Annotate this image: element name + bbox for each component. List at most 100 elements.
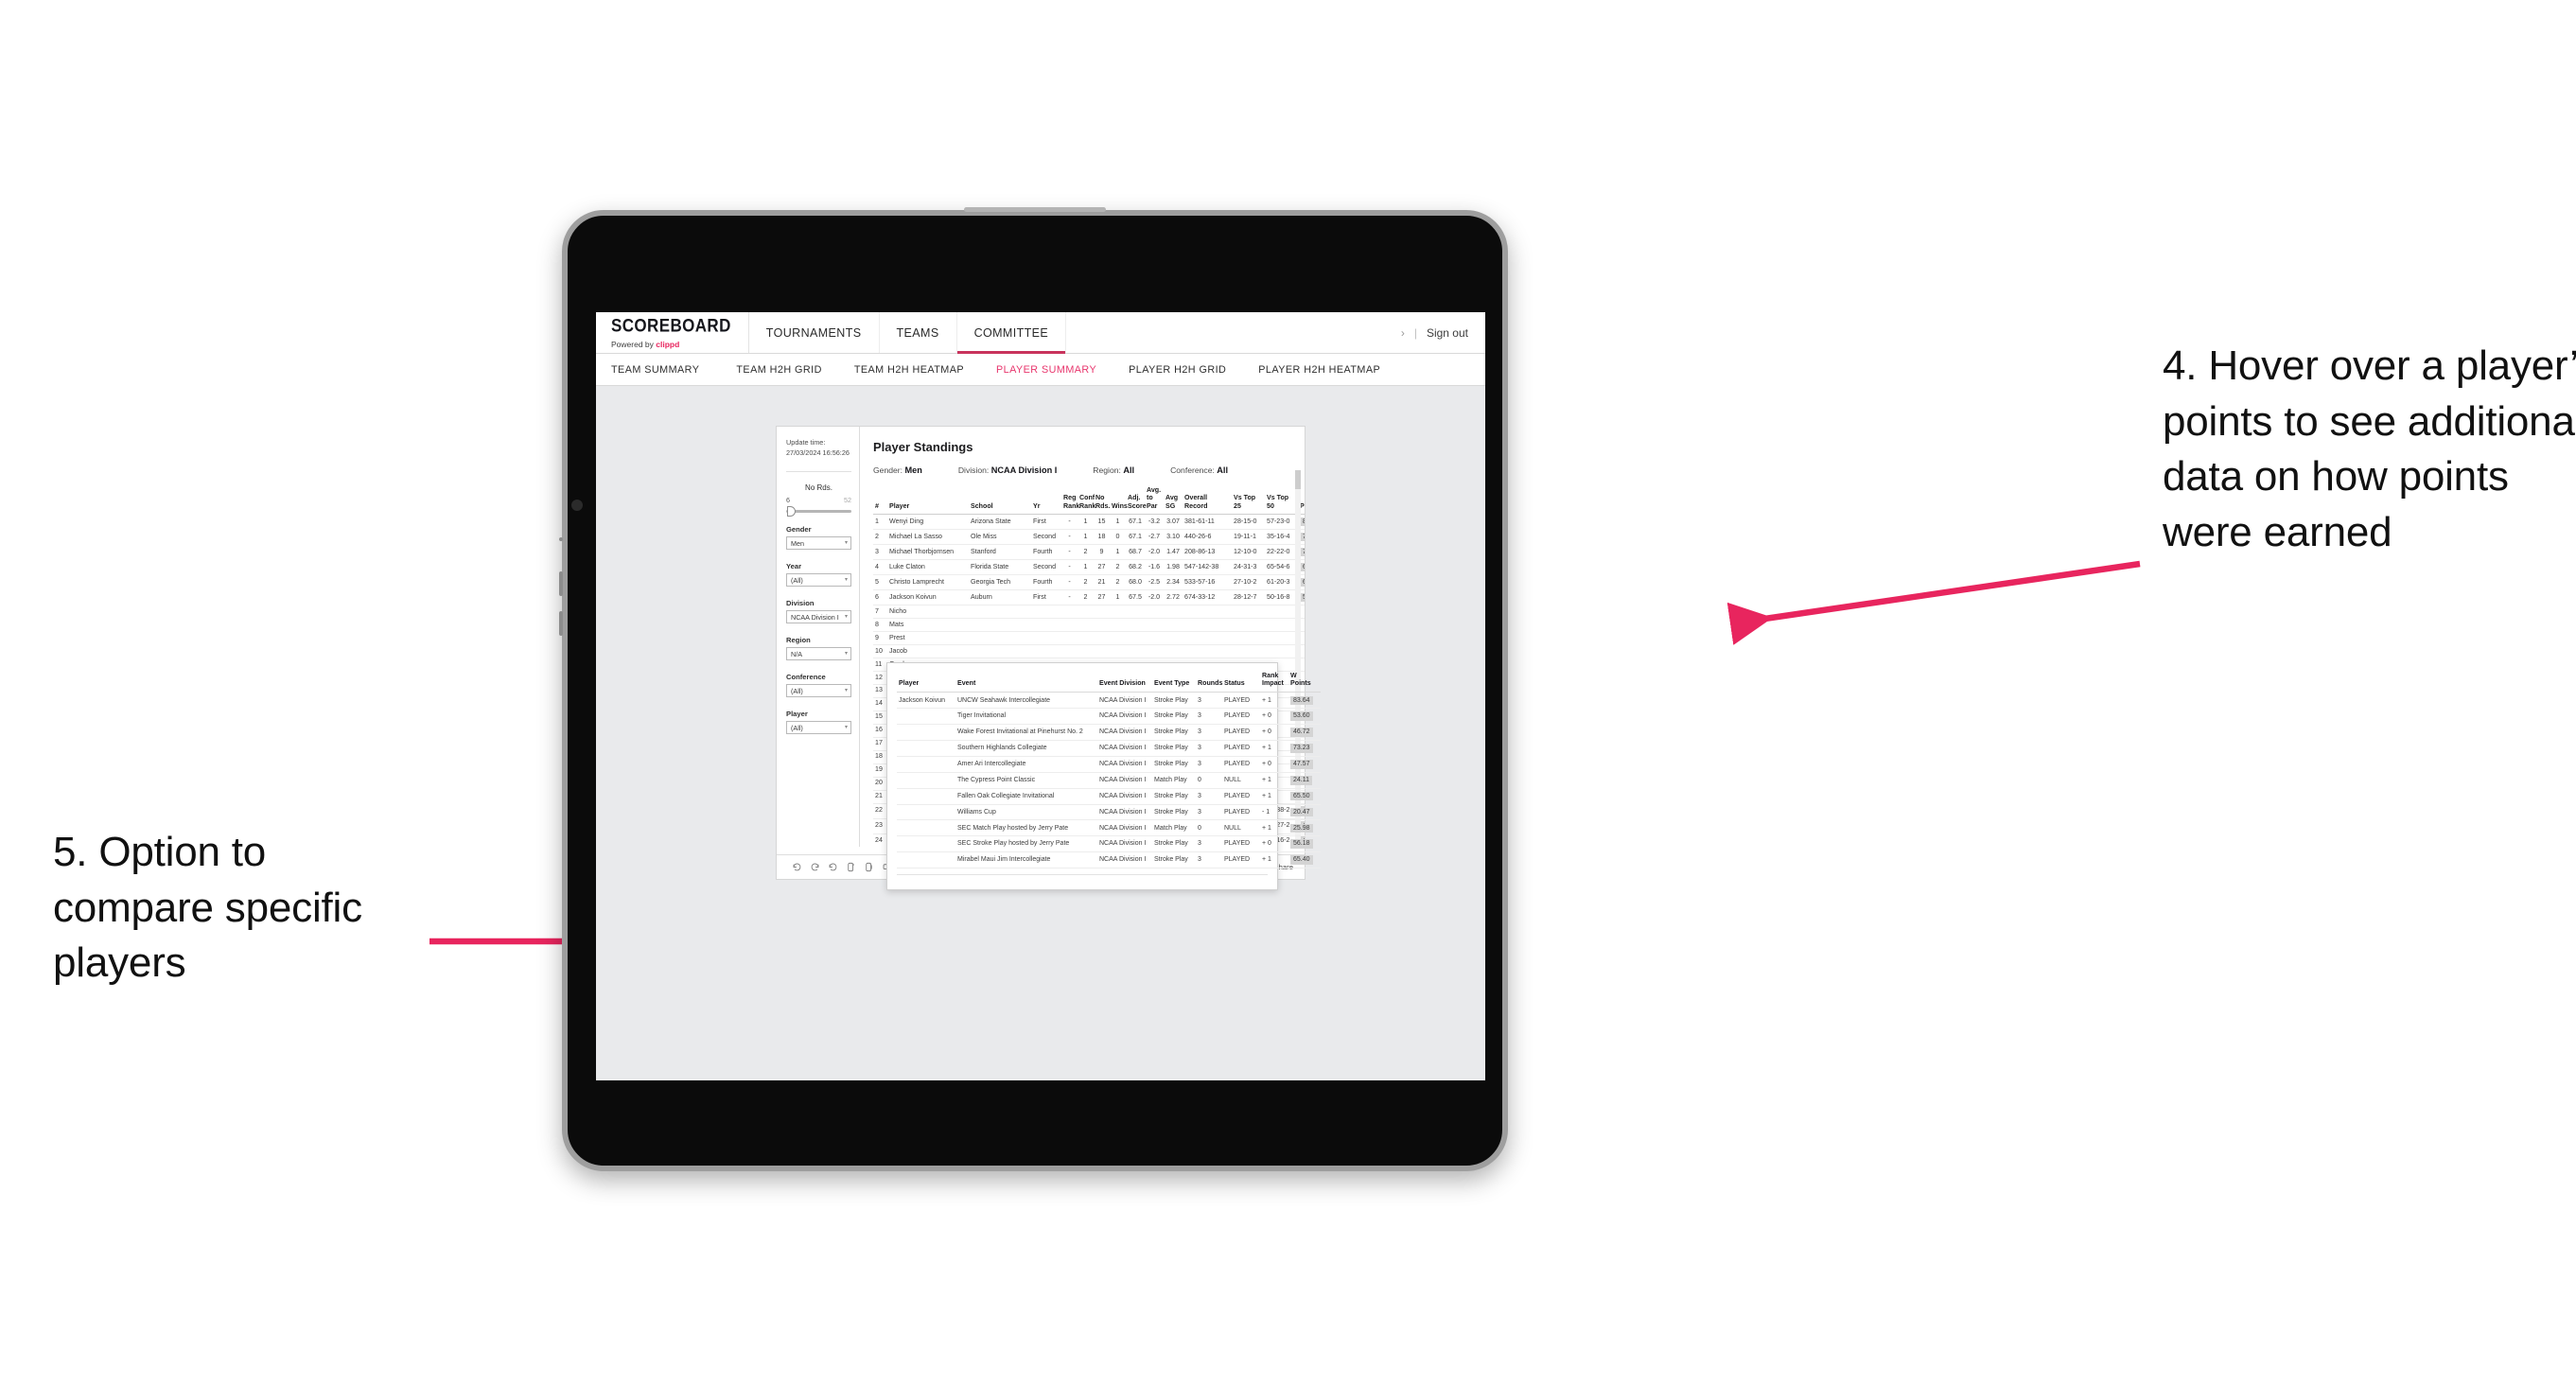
col-yr[interactable]: Yr — [1031, 486, 1061, 516]
cell-1: Luke Claton — [887, 559, 969, 576]
tooltip-row: Wake Forest Invitational at Pinehurst No… — [897, 724, 1321, 742]
filter-year-label: Year — [786, 562, 802, 571]
col-wins[interactable]: Wins — [1110, 486, 1128, 516]
refresh-icon[interactable] — [842, 862, 860, 872]
tooltip-cell-3: 3 — [1196, 835, 1222, 853]
col-school[interactable]: School — [969, 486, 1031, 516]
cell-0: 17 — [873, 737, 887, 751]
filter-year-value: (All) — [791, 575, 803, 585]
filter-year: Year (All) ▾ — [786, 562, 851, 588]
cell-9 — [1145, 618, 1164, 632]
cell-5: 2 — [1078, 574, 1094, 590]
tooltip-cell-3: 3 — [1196, 756, 1222, 773]
tooltip-cell-0: UNCW Seahawk Intercollegiate — [955, 692, 1097, 710]
cell-1: Jackson Koivun — [887, 589, 969, 605]
tooltip-player-name — [897, 835, 955, 853]
cell-2: Stanford — [969, 544, 1031, 561]
cell-0: 10 — [873, 644, 887, 658]
brand-logo[interactable]: SCOREBOARD Powered by clippd — [596, 312, 749, 353]
tooltip-cell-5: + 0 — [1260, 724, 1288, 742]
meta-gender-value: Men — [904, 465, 922, 475]
col-conf-rank[interactable]: Conf Rank — [1078, 486, 1095, 516]
filter-region-select[interactable]: N/A ▾ — [786, 647, 851, 661]
col-avg-to-par[interactable]: Avg. to Par — [1145, 486, 1164, 516]
cell-10 — [1164, 605, 1183, 619]
cell-10: 2.34 — [1164, 574, 1183, 590]
table-row[interactable]: 5 Christo Lamprecht Georgia Tech Fourth -2 21… — [873, 574, 1305, 590]
table-row[interactable]: 2 Michael La Sasso Ole Miss Second -1 18 0 67.1… — [873, 529, 1305, 546]
chevron-right-icon[interactable]: › — [1401, 326, 1405, 340]
cell-8: 67.1 — [1126, 529, 1145, 546]
tooltip-cell-3: 3 — [1196, 692, 1222, 710]
col-avg-sg[interactable]: Avg SG — [1164, 486, 1183, 516]
scrollbar-thumb[interactable] — [1295, 470, 1301, 489]
tooltip-cell-2: Stroke Play — [1152, 788, 1196, 805]
cell-11: 208-86-13 — [1183, 544, 1232, 561]
filter-conference-label: Conference — [786, 673, 826, 682]
col-vs-top-50[interactable]: Vs Top 50 — [1265, 486, 1298, 516]
table-row[interactable]: 4 Luke Claton Florida State Second -1 27 2 68.2… — [873, 559, 1305, 576]
subnav-item-player-summary[interactable]: PLAYER SUMMARY — [980, 364, 1113, 376]
tooltip-cell-0: Fallen Oak Collegiate Invitational — [955, 788, 1097, 805]
tooltip-player-name — [897, 772, 955, 789]
table-row[interactable]: 10 Jacob — [873, 644, 1305, 658]
col-reg-rank[interactable]: Reg Rank — [1061, 486, 1079, 516]
device-volume-down-button[interactable] — [559, 611, 563, 636]
page-title: Player Standings — [873, 440, 973, 454]
device-side-button-top[interactable] — [559, 537, 563, 541]
points-breakdown-tooltip: Player Event Event Division Event Type R… — [886, 662, 1321, 891]
revert-icon[interactable] — [824, 862, 842, 872]
table-row[interactable]: 7 Nicho — [873, 605, 1305, 619]
filter-player-value: (All) — [791, 723, 803, 732]
tooltip-cell-6: 65.50 — [1288, 788, 1321, 805]
device-volume-up-button[interactable] — [559, 571, 563, 596]
col-adj-score[interactable]: Adj. Score — [1126, 486, 1147, 516]
tooltip-cell-3: 3 — [1196, 788, 1222, 805]
cell-5: 2 — [1078, 544, 1094, 561]
undo-icon[interactable] — [788, 862, 806, 872]
filter-year-select[interactable]: (All) ▾ — [786, 573, 851, 588]
pause-icon[interactable] — [860, 862, 878, 872]
filter-division-select[interactable]: NCAA Division I ▾ — [786, 610, 851, 624]
subnav-item-player-h2h-heatmap[interactable]: PLAYER H2H HEATMAP — [1242, 364, 1396, 376]
subnav-item-team-summary[interactable]: TEAM SUMMARY — [611, 364, 720, 376]
subnav-item-team-h2h-grid[interactable]: TEAM H2H GRID — [720, 364, 837, 376]
slider-handle[interactable] — [787, 506, 796, 518]
topnav-item-teams[interactable]: TEAMS — [880, 312, 957, 353]
table-row[interactable]: 8 Mats — [873, 618, 1305, 632]
col-player[interactable]: Player — [887, 486, 969, 516]
cell-6 — [1094, 644, 1110, 658]
tooltip-row: Tiger Invitational NCAA Division I Stroke … — [897, 708, 1321, 726]
table-row[interactable]: 9 Prest — [873, 631, 1305, 645]
subnav-item-player-h2h-grid[interactable]: PLAYER H2H GRID — [1113, 364, 1242, 376]
table-row[interactable]: 6 Jackson Koivun Auburn First -2 27 1 67.5 -2.0 2… — [873, 589, 1305, 605]
col-vs-top-25[interactable]: Vs Top 25 — [1232, 486, 1265, 516]
topnav-item-tournaments[interactable]: TOURNAMENTS — [749, 312, 880, 353]
filter-no-rounds-slider[interactable]: No Rds. 6 52 — [786, 483, 851, 518]
cell-12 — [1232, 618, 1265, 632]
brand-title: SCOREBOARD — [611, 315, 731, 336]
topnav-item-committee[interactable]: COMMITTEE — [956, 312, 1067, 354]
redo-icon[interactable] — [806, 862, 824, 872]
filter-player-select[interactable]: (All) ▾ — [786, 721, 851, 735]
cell-0: 9 — [873, 631, 887, 645]
col-no-rds[interactable]: No Rds. — [1094, 486, 1110, 516]
col-rank[interactable]: # — [873, 486, 887, 516]
tooltip-cell-4: PLAYED — [1222, 740, 1260, 757]
subnav-item-team-h2h-heatmap[interactable]: TEAM H2H HEATMAP — [838, 364, 980, 376]
cell-10: 3.07 — [1164, 514, 1183, 531]
tooltip-cell-2: Stroke Play — [1152, 756, 1196, 773]
cell-13 — [1265, 618, 1298, 632]
filter-gender-select[interactable]: Men ▾ — [786, 536, 851, 551]
table-row[interactable]: 1 Wenyi Ding Arizona State First -1 15 1 67.1 -3… — [873, 514, 1305, 531]
cell-4: - — [1061, 544, 1078, 561]
table-row[interactable]: 3 Michael Thorbjornsen Stanford Fourth -2 9 1 6… — [873, 544, 1305, 561]
tooltip-player-name — [897, 804, 955, 821]
cell-3: Second — [1031, 559, 1061, 576]
arrow-right-annotation — [1726, 560, 2141, 645]
filter-conference-select[interactable]: (All) ▾ — [786, 684, 851, 698]
col-overall-rec[interactable]: Overall Record — [1183, 486, 1232, 516]
cell-3: Fourth — [1031, 544, 1061, 561]
sign-out-link[interactable]: Sign out — [1427, 326, 1468, 340]
slider-track[interactable] — [786, 506, 851, 518]
